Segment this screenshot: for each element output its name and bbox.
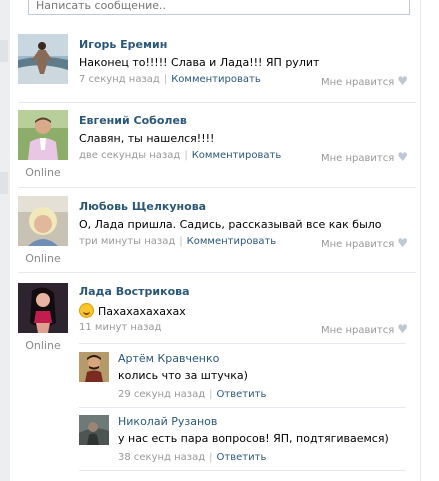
heart-icon: ♥: [397, 236, 408, 250]
post-text: Пахахахахахах: [79, 303, 186, 318]
reply-divider: [79, 470, 406, 471]
post-text: Наконец то!!!!! Слава и Лада!!! ЯП рулит: [79, 56, 320, 69]
heart-icon: ♥: [397, 150, 408, 164]
post-text: О, Лада пришла. Садись, рассказывай все …: [79, 218, 382, 231]
post-author[interactable]: Лада Вострикова: [79, 285, 190, 298]
comment-link[interactable]: Комментировать: [187, 236, 277, 247]
reply-author[interactable]: Артём Кравченко: [118, 352, 219, 365]
post-meta: три минуты назад | Комментировать: [79, 236, 277, 247]
like-button[interactable]: Мне нравится ♥: [321, 236, 408, 250]
like-label: Мне нравится: [320, 77, 395, 88]
reply-link[interactable]: Ответить: [217, 389, 267, 400]
post-divider: [18, 272, 416, 273]
reply-author[interactable]: Николай Рузанов: [118, 415, 217, 428]
post-time[interactable]: две секунды назад: [79, 150, 180, 161]
reply-time[interactable]: 38 секунд назад: [118, 452, 205, 463]
avatar[interactable]: [18, 196, 68, 246]
post-author[interactable]: Игорь Еремин: [79, 38, 167, 51]
comment-link[interactable]: Комментировать: [171, 74, 261, 85]
reply-text: колись что за штучка): [118, 369, 248, 382]
wall-post: Игорь Еремин Наконец то!!!!! Слава и Лад…: [18, 34, 416, 92]
post-time[interactable]: 7 секунд назад: [79, 74, 160, 85]
post-meta: 7 секунд назад | Комментировать: [79, 74, 261, 85]
reply-divider: [79, 343, 406, 344]
post-meta: две секунды назад | Комментировать: [79, 150, 282, 161]
sidebar-tab[interactable]: [0, 40, 8, 62]
like-label: Мне нравится: [320, 325, 395, 336]
heart-icon: ♥: [397, 74, 408, 88]
avatar[interactable]: [18, 110, 68, 160]
comment-reply: Артём Кравченко колись что за штучка) 29…: [79, 352, 406, 402]
avatar[interactable]: [18, 283, 68, 333]
like-label: Мне нравится: [320, 239, 395, 250]
comment-reply: Николай Рузанов у нас есть пара вопросов…: [79, 415, 406, 465]
post-divider: [18, 102, 416, 103]
reply-text: у нас есть пара вопросов! ЯП, подтягивае…: [118, 432, 389, 445]
sidebar-tab[interactable]: [0, 172, 8, 194]
wall-post: Online Любовь Щелкунова О, Лада пришла. …: [18, 196, 416, 266]
laughing-smiley-icon: [79, 303, 94, 318]
like-label: Мне нравится: [320, 153, 395, 164]
post-time[interactable]: 11 минут назад: [79, 322, 161, 333]
like-button[interactable]: Мне нравится ♥: [321, 74, 408, 88]
online-status: Online: [25, 339, 61, 352]
like-button[interactable]: Мне нравится ♥: [321, 150, 408, 164]
reply-meta: 29 секунд назад | Ответить: [118, 389, 267, 400]
post-divider: [18, 187, 416, 188]
message-input[interactable]: [36, 0, 396, 12]
reply-divider: [79, 407, 406, 408]
wall-post: Online Евгений Соболев Славян, ты нашелс…: [18, 110, 416, 180]
reply-time[interactable]: 29 секунд назад: [118, 389, 205, 400]
online-status: Online: [25, 252, 61, 265]
post-meta: 11 минут назад: [79, 322, 161, 333]
post-author[interactable]: Любовь Щелкунова: [79, 200, 206, 213]
right-scroll-area: [420, 0, 439, 481]
post-time[interactable]: три минуты назад: [79, 236, 175, 247]
left-sidebar-strip: [0, 0, 10, 481]
comment-link[interactable]: Комментировать: [192, 150, 282, 161]
avatar[interactable]: [79, 352, 109, 382]
post-text: Славян, ты нашелся!!!!: [79, 132, 215, 145]
message-compose: [28, 0, 410, 15]
avatar[interactable]: [79, 415, 109, 445]
heart-icon: ♥: [397, 322, 408, 336]
like-button[interactable]: Мне нравится ♥: [321, 322, 408, 336]
avatar[interactable]: [18, 34, 68, 84]
reply-meta: 38 секунд назад | Ответить: [118, 452, 267, 463]
reply-link[interactable]: Ответить: [217, 452, 267, 463]
post-author[interactable]: Евгений Соболев: [79, 114, 187, 127]
online-status: Online: [25, 166, 61, 179]
